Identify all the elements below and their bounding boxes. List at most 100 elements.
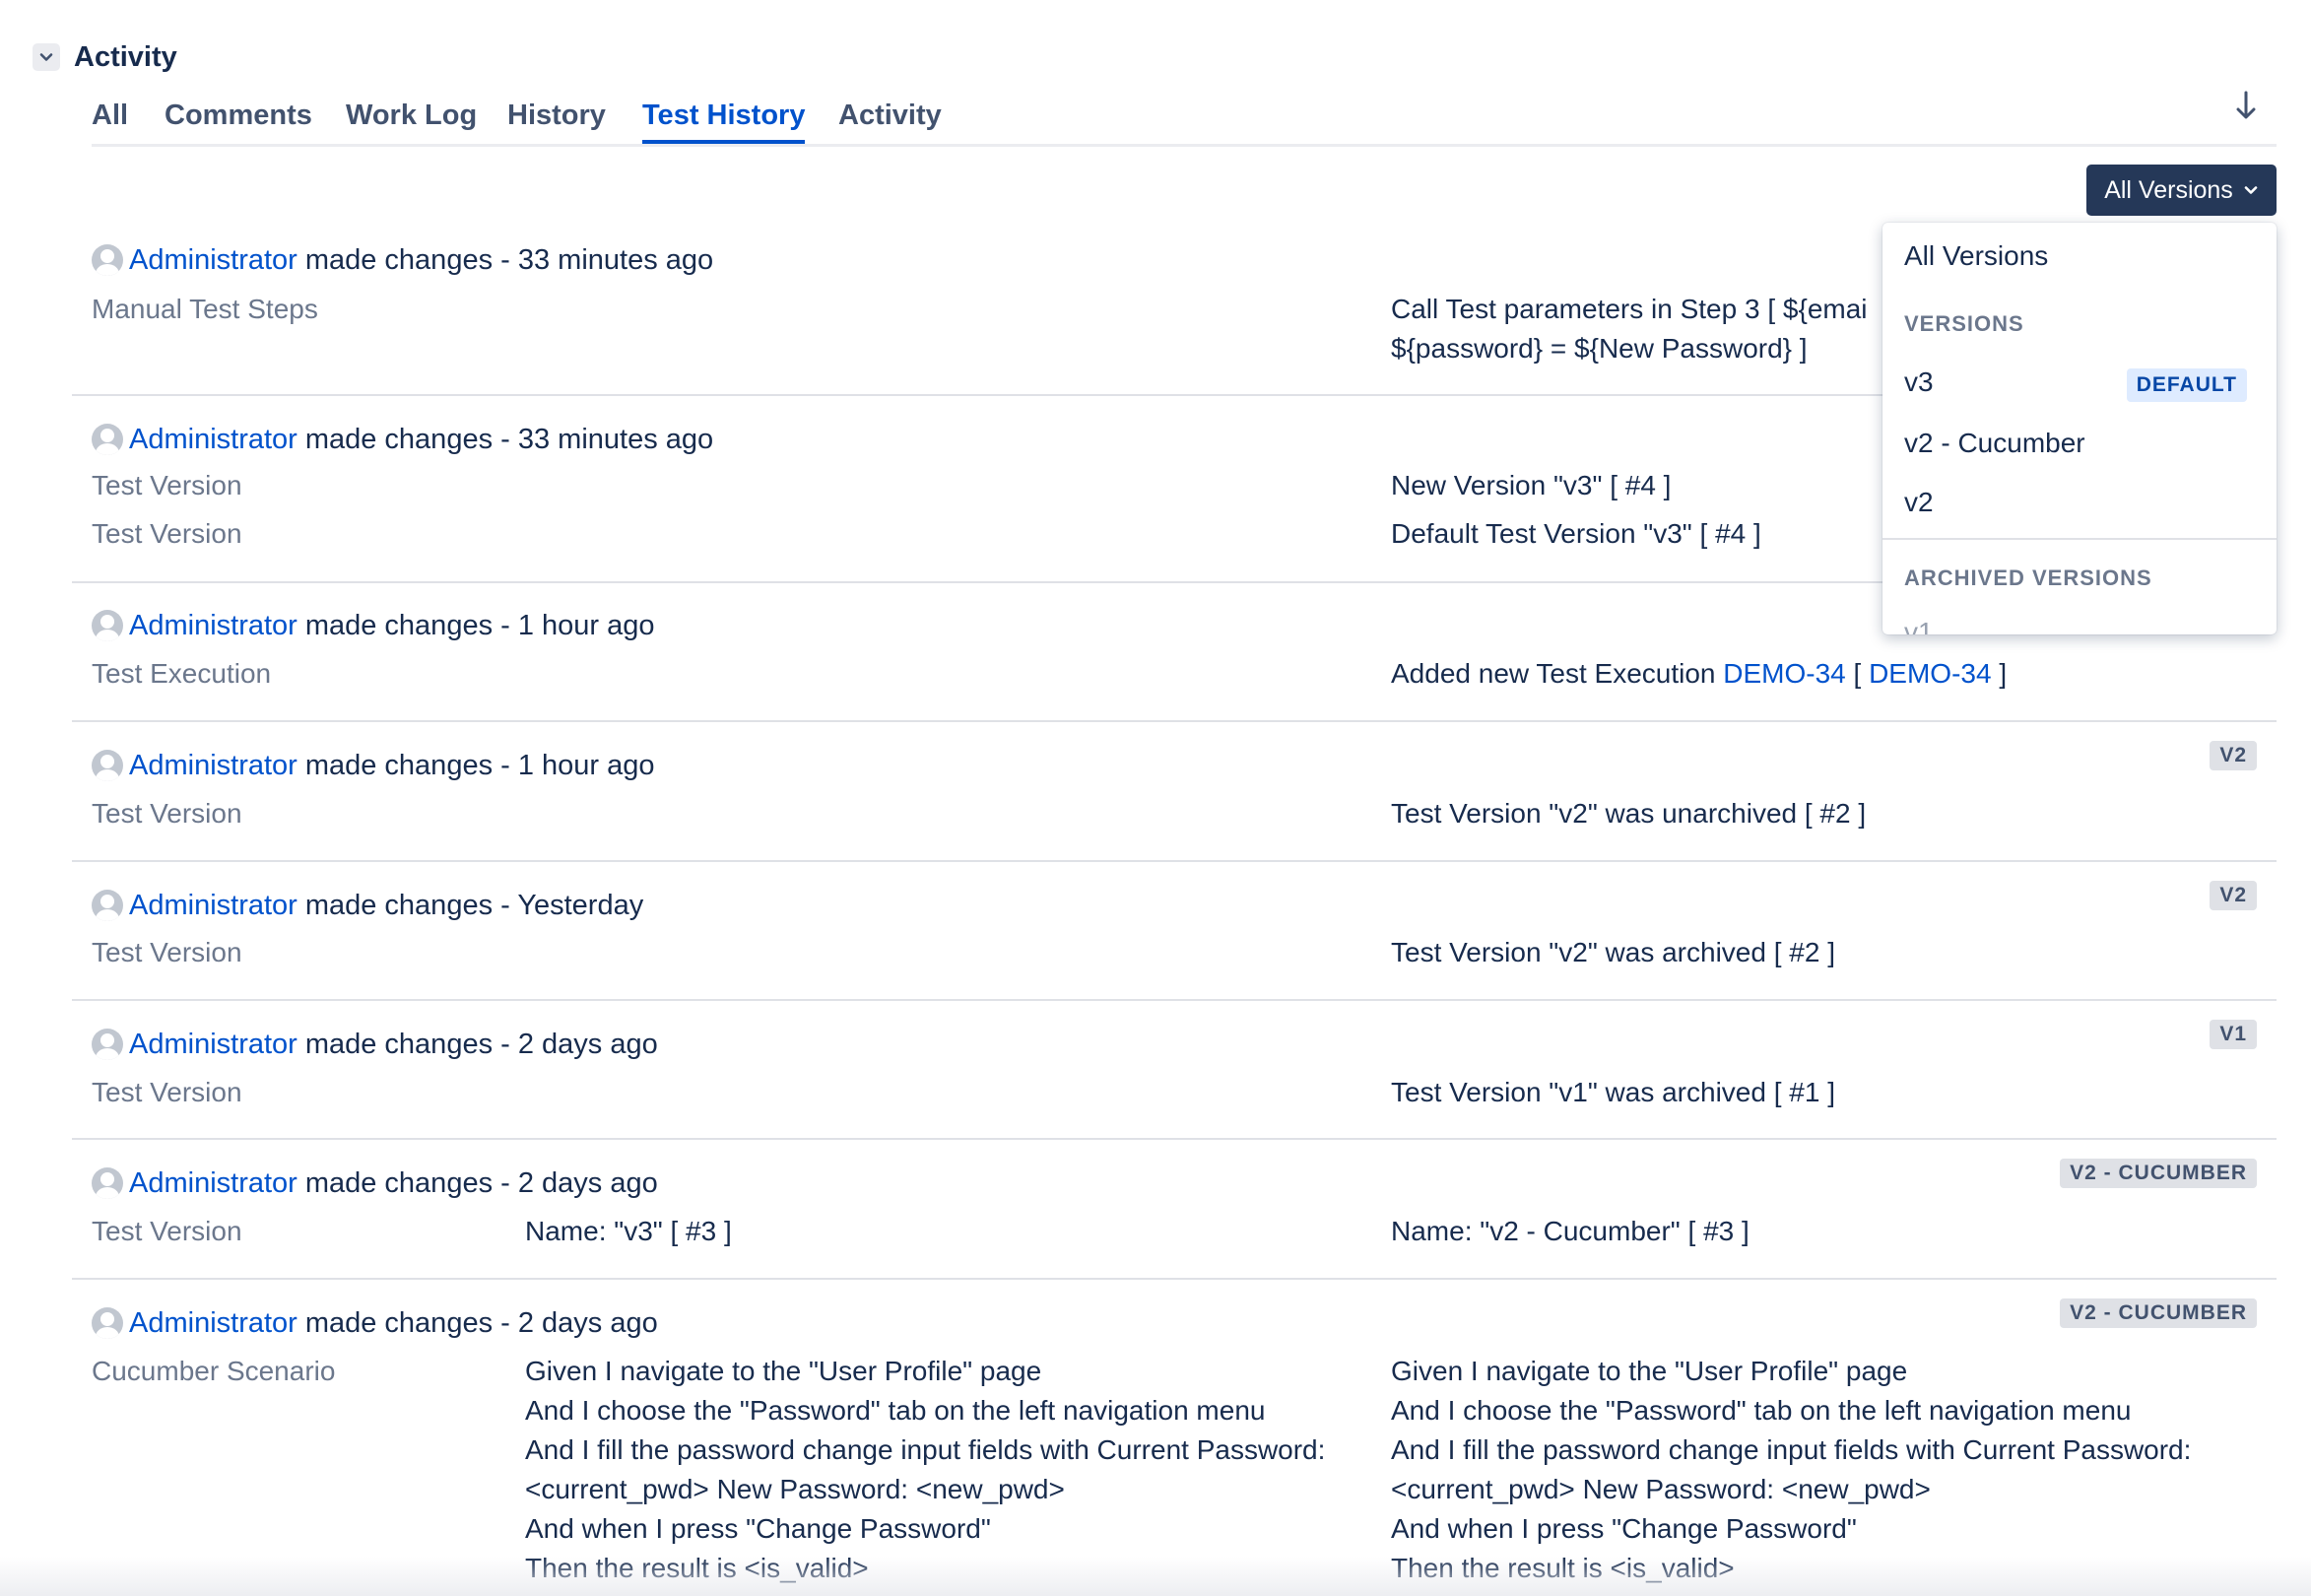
entry-action: made changes - 1 hour ago xyxy=(304,749,655,781)
default-badge: DEFAULT xyxy=(2126,368,2247,402)
tab-all[interactable]: All xyxy=(92,95,128,141)
chevron-down-icon xyxy=(39,53,53,61)
entry-action: made changes - 1 hour ago xyxy=(304,609,655,641)
avatar xyxy=(92,424,123,455)
old-value: Name: "v3" [ #3 ] xyxy=(525,1216,732,1246)
sort-order-icon[interactable] xyxy=(2232,89,2260,124)
author-link[interactable]: Administrator xyxy=(129,890,297,922)
change-row: Test Version Test Version "v2" was archi… xyxy=(92,935,2259,970)
avatar xyxy=(92,1307,123,1339)
dropdown-heading-archived: ARCHIVED VERSIONS xyxy=(1904,565,2152,590)
avatar xyxy=(92,244,123,276)
new-value: Default Test Version "v3" [ #4 ] xyxy=(1391,518,1761,549)
change-row: Test Version Name: "v3" [ #3 ] Name: "v2… xyxy=(92,1214,2259,1249)
avatar xyxy=(92,1167,123,1199)
scenario-line: Given I navigate to the "User Profile" p… xyxy=(525,1356,1042,1386)
new-value: Added new Test Execution DEMO-34 [ DEMO-… xyxy=(1391,656,2007,692)
tab-comments[interactable]: Comments xyxy=(165,95,312,141)
entry-header: Administrator made changes - 1 hour ago xyxy=(92,606,655,645)
field-name: Test Execution xyxy=(92,658,272,689)
scenario-line: <current_pwd> New Password: <new_pwd> xyxy=(525,1474,1065,1504)
bracket-close: ] xyxy=(1999,658,2008,689)
scenario-line: And I choose the "Password" tab on the l… xyxy=(525,1395,1266,1426)
new-value: Given I navigate to the "User Profile" p… xyxy=(1391,1352,2191,1588)
new-value: Test Version "v1" was archived [ #1 ] xyxy=(1391,1077,1835,1107)
new-value: Test Version "v2" was archived [ #2 ] xyxy=(1391,937,1835,967)
version-dropdown-menu: All Versions VERSIONS v3 DEFAULT v2 - Cu… xyxy=(1882,223,2277,634)
scenario-line: <current_pwd> New Password: <new_pwd> xyxy=(1391,1474,1931,1504)
entry-header: Administrator made changes - 33 minutes … xyxy=(92,240,713,280)
author-link[interactable]: Administrator xyxy=(129,750,297,782)
field-name: Test Version xyxy=(92,470,242,500)
entry-action: made changes - Yesterday xyxy=(304,889,644,921)
new-value: New Version "v3" [ #4 ] xyxy=(1391,470,1672,500)
dropdown-item-v1[interactable]: v1 xyxy=(1904,617,1934,634)
dropdown-item-v2-cucumber[interactable]: v2 - Cucumber xyxy=(1904,428,2085,459)
test-execution-link[interactable]: DEMO-34 xyxy=(1869,658,1991,689)
tab-history[interactable]: History xyxy=(507,95,606,141)
version-badge: V1 xyxy=(2210,1020,2257,1049)
version-filter-label: All Versions xyxy=(2104,175,2233,204)
entry-header: Administrator made changes - Yesterday xyxy=(92,886,643,925)
history-entry: Administrator made changes - 1 hour ago … xyxy=(72,720,2277,862)
entry-header: Administrator made changes - 33 minutes … xyxy=(92,420,713,459)
field-name: Test Version xyxy=(92,937,242,967)
dropdown-item-v3[interactable]: v3 xyxy=(1904,366,1934,398)
section-title: Activity xyxy=(74,40,177,73)
bracket-open: [ xyxy=(1853,658,1862,689)
field-name: Test Version xyxy=(92,1216,242,1246)
history-entry: Administrator made changes - 2 days ago … xyxy=(72,1278,2277,1596)
entry-action: made changes - 33 minutes ago xyxy=(304,243,714,276)
version-badge: V2 - CUCUMBER xyxy=(2060,1298,2257,1328)
collapse-button[interactable] xyxy=(33,43,60,71)
avatar xyxy=(92,750,123,781)
activity-section-header: Activity xyxy=(33,39,177,75)
entry-action: made changes - 33 minutes ago xyxy=(304,423,714,455)
scenario-line: And I choose the "Password" tab on the l… xyxy=(1391,1395,2132,1426)
entry-action: made changes - 2 days ago xyxy=(304,1028,658,1060)
avatar xyxy=(92,610,123,641)
scenario-line: Given I navigate to the "User Profile" p… xyxy=(1391,1356,1908,1386)
author-link[interactable]: Administrator xyxy=(129,1029,297,1061)
field-name: Test Version xyxy=(92,1077,242,1107)
chevron-down-icon xyxy=(2244,186,2258,194)
dropdown-item-v2[interactable]: v2 xyxy=(1904,487,1934,518)
entry-action: made changes - 2 days ago xyxy=(304,1306,658,1339)
new-value-text: Added new Test Execution xyxy=(1391,658,1716,689)
version-badge: V2 xyxy=(2210,741,2257,770)
version-badge: V2 - CUCUMBER xyxy=(2060,1159,2257,1188)
history-entry: Administrator made changes - 2 days ago … xyxy=(72,1138,2277,1280)
avatar xyxy=(92,890,123,921)
author-link[interactable]: Administrator xyxy=(129,424,297,456)
tab-work-log[interactable]: Work Log xyxy=(346,95,477,141)
change-row: Test Version Test Version "v2" was unarc… xyxy=(92,796,2259,831)
test-execution-link[interactable]: DEMO-34 xyxy=(1723,658,1845,689)
author-link[interactable]: Administrator xyxy=(129,610,297,642)
author-link[interactable]: Administrator xyxy=(129,244,297,277)
entry-header: Administrator made changes - 2 days ago xyxy=(92,1164,658,1203)
author-link[interactable]: Administrator xyxy=(129,1307,297,1340)
old-value: Given I navigate to the "User Profile" p… xyxy=(525,1352,1325,1588)
entry-action: made changes - 2 days ago xyxy=(304,1166,658,1199)
entry-header: Administrator made changes - 1 hour ago xyxy=(92,746,655,785)
author-link[interactable]: Administrator xyxy=(129,1167,297,1200)
change-row: Test Execution Added new Test Execution … xyxy=(92,656,2259,692)
scenario-line: And I fill the password change input fie… xyxy=(1391,1434,2192,1465)
new-value: ${password} = ${New Password} ] xyxy=(1391,333,1808,364)
field-name: Cucumber Scenario xyxy=(92,1356,336,1386)
entry-header: Administrator made changes - 2 days ago xyxy=(92,1303,658,1343)
avatar xyxy=(92,1029,123,1060)
activity-tabs: All Comments Work Log History Test Histo… xyxy=(92,95,2277,147)
scenario-line: And when I press "Change Password" xyxy=(525,1513,991,1544)
bottom-scroll-shadow xyxy=(0,1557,2311,1596)
dropdown-item-all-versions[interactable]: All Versions xyxy=(1904,240,2048,272)
field-name: Test Version xyxy=(92,798,242,829)
tab-test-history[interactable]: Test History xyxy=(642,95,806,144)
dropdown-divider xyxy=(1882,538,2277,540)
scenario-line: And when I press "Change Password" xyxy=(1391,1513,1857,1544)
version-filter-button[interactable]: All Versions xyxy=(2086,165,2277,216)
new-value: Test Version "v2" was unarchived [ #2 ] xyxy=(1391,798,1867,829)
tab-activity[interactable]: Activity xyxy=(838,95,942,141)
field-name: Test Version xyxy=(92,518,242,549)
change-row: Test Version Test Version "v1" was archi… xyxy=(92,1075,2259,1110)
